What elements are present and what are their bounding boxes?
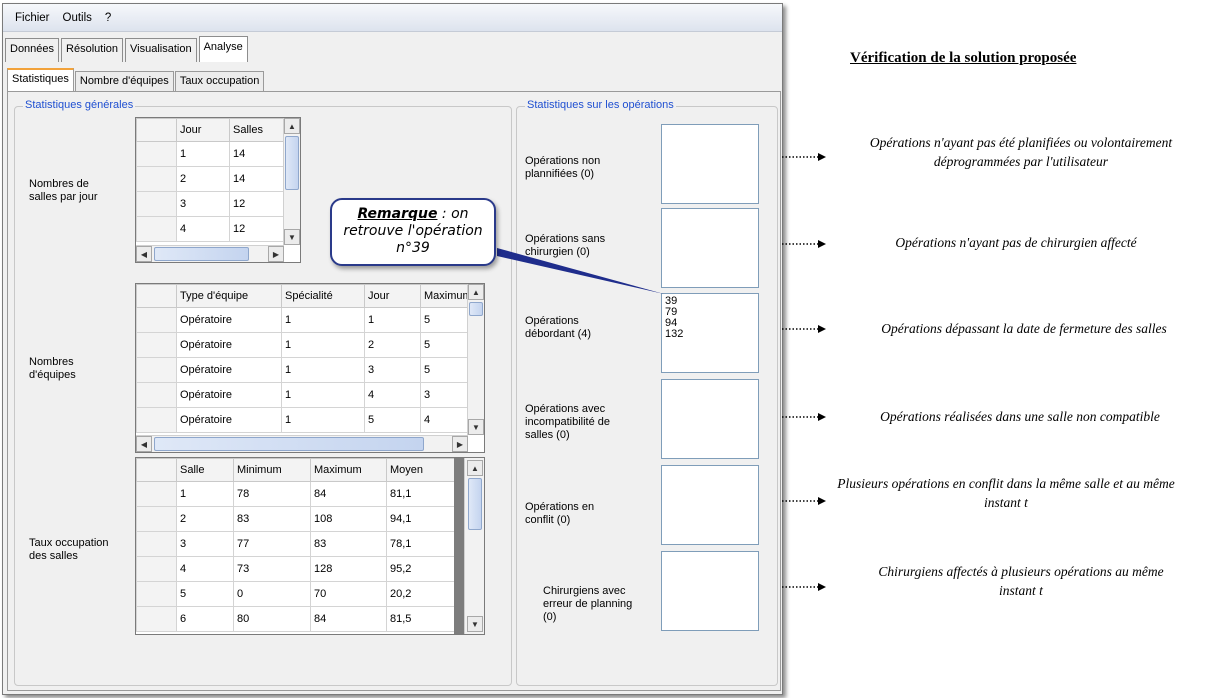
- remark-bubble: Remarque : on retrouve l'opération n°39: [330, 198, 496, 266]
- arrow-icon: [782, 497, 826, 505]
- note-debordant: Opérations dépassant la date de fermetur…: [881, 321, 1167, 336]
- note-non-planifiees: Opérations n'ayant pas été planifiées ou…: [869, 135, 1173, 169]
- note-sans-chirurgien: Opérations n'ayant pas de chirurgien aff…: [895, 235, 1137, 250]
- callout-pointer: [497, 248, 664, 294]
- arrow-icon: [782, 325, 826, 333]
- remark-title: Remarque: [357, 206, 438, 222]
- note-incompatibilite: Opérations réalisées dans une salle non …: [880, 409, 1160, 424]
- arrow-icon: [782, 240, 826, 248]
- note-conflit: Plusieurs opérations en conflit dans la …: [837, 476, 1175, 510]
- arrow-icon: [782, 153, 826, 161]
- annotations-title: Vérification de la solution proposée: [850, 50, 1077, 66]
- note-chirurgiens-erreur: Chirurgiens affectés à plusieurs opérati…: [878, 564, 1164, 598]
- arrow-icon: [782, 583, 826, 591]
- arrow-icon: [782, 413, 826, 421]
